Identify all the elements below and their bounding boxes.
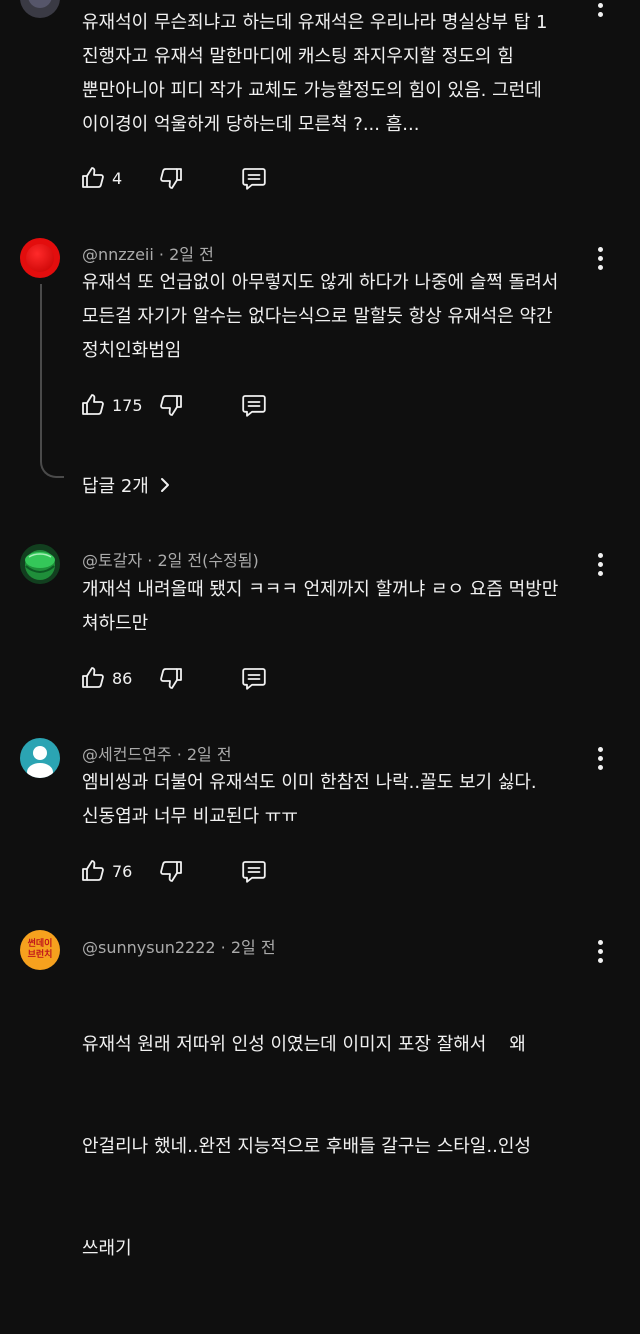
comment-time: · 2일 전(수정됨)	[147, 551, 259, 570]
comment-text: 유재석이 무슨죄냐고 하는데 유재석은 우리나라 명실상부 탑 1 진행자고 유…	[82, 6, 582, 142]
dislike-button[interactable]	[156, 164, 184, 192]
chevron-right-icon	[160, 478, 169, 492]
reply-button[interactable]	[240, 164, 268, 192]
dislike-button[interactable]	[156, 391, 184, 419]
comment-line: 유재석 또 언급없이 아무렇지도 않게 하다가 나중에 슬쩍 돌려서	[82, 272, 559, 293]
comment-time: · 2일 전	[158, 245, 214, 264]
thread-line	[40, 284, 64, 478]
comment-line: 유재석 원래 저따위 인성 이였는데 이미지 포장 잘해서 왜	[82, 1034, 526, 1055]
reply-icon	[242, 168, 266, 190]
like-button[interactable]: 4	[80, 164, 156, 192]
reply-button[interactable]	[240, 391, 268, 419]
comment-meta: @세컨드연주 · 2일 전	[82, 741, 232, 765]
comment-line: 신동엽과 너무 비교된다 ㅠㅠ	[82, 806, 298, 827]
comment-actions: 175	[80, 390, 268, 420]
like-button[interactable]: 76	[80, 857, 156, 885]
avatar[interactable]	[20, 238, 60, 278]
like-button[interactable]: 86	[80, 664, 156, 692]
comment-time: · 2일 전	[220, 938, 276, 957]
like-count: 175	[112, 395, 143, 415]
like-count: 76	[112, 861, 133, 881]
thumbs-up-icon	[82, 667, 104, 688]
avatar-image	[20, 544, 60, 584]
more-vert-icon	[597, 939, 603, 945]
comment-author[interactable]: @sunnysun2222	[82, 938, 216, 957]
reply-button[interactable]	[240, 857, 268, 885]
thumbs-down-icon	[160, 168, 182, 189]
more-options-button[interactable]	[590, 549, 610, 579]
view-replies-button[interactable]: 답글 2개	[82, 472, 173, 498]
reply-button[interactable]	[240, 664, 268, 692]
more-options-button[interactable]	[590, 936, 610, 966]
more-options-button[interactable]	[590, 743, 610, 773]
more-vert-icon	[597, 246, 603, 252]
avatar-text: 썬데이	[27, 939, 53, 949]
comment-line: 쓰래기	[82, 1238, 132, 1259]
comment-meta: @토갈자 · 2일 전(수정됨)	[82, 547, 259, 571]
comment-actions: 76	[80, 856, 268, 886]
thumbs-down-icon	[160, 861, 182, 882]
comment-line: 정치인화법임	[82, 340, 182, 361]
comment-line: 이이경이 억울하게 당하는데 모른척 ?... 흠...	[82, 114, 420, 135]
dislike-button[interactable]	[156, 857, 184, 885]
more-options-button[interactable]	[590, 243, 610, 273]
comment-actions: 86	[80, 663, 268, 693]
reply-icon	[242, 861, 266, 883]
avatar-text: 브런치	[27, 950, 53, 960]
thumbs-up-icon	[82, 860, 104, 881]
like-count: 4	[112, 168, 123, 188]
avatar[interactable]	[20, 0, 60, 18]
default-avatar-icon	[27, 746, 53, 778]
comment-line: 진행자고 유재석 말한마디에 캐스팅 좌지우지할 정도의 힘	[82, 46, 514, 67]
thumbs-up-icon	[82, 394, 104, 415]
thumbs-up-icon	[82, 167, 104, 188]
comment-actions: 4	[80, 163, 268, 193]
comment-author[interactable]: @nnzzeii	[82, 245, 154, 264]
replies-label: 답글 2개	[82, 476, 149, 497]
comment-meta: @nnzzeii · 2일 전	[82, 241, 214, 265]
comment-line: 안걸리나 했네..완전 지능적으로 후배들 갈구는 스타일..인성	[82, 1136, 531, 1157]
comment-time: · 2일 전	[176, 745, 232, 764]
more-vert-icon	[597, 746, 603, 752]
comment-line: 쳐하드만	[82, 613, 149, 634]
comment-text: 유재석 원래 저따위 인성 이였는데 이미지 포장 잘해서 왜 안걸리나 했네.…	[82, 960, 582, 1334]
avatar[interactable]: 썬데이 브런치	[20, 930, 60, 970]
avatar[interactable]	[20, 544, 60, 584]
reply-icon	[242, 668, 266, 690]
thumbs-down-icon	[160, 395, 182, 416]
comment-line: 유재석이 무슨죄냐고 하는데 유재석은 우리나라 명실상부 탑 1	[82, 12, 548, 33]
avatar[interactable]	[20, 738, 60, 778]
comment-line: 뿐만아니아 피디 작가 교체도 가능할정도의 힘이 있음. 그런데	[82, 80, 542, 101]
comment-line: 모든걸 자기가 알수는 없다는식으로 말할듯 항상 유재석은 약간	[82, 306, 553, 327]
like-count: 86	[112, 668, 133, 688]
more-options-button[interactable]	[590, 0, 610, 20]
comment-text: 개재석 내려올때 됐지 ㅋㅋㅋ 언제까지 할꺼냐 ㄹㅇ 요즘 먹방만 쳐하드만	[82, 573, 582, 641]
comment-line: 엠비씽과 더불어 유재석도 이미 한참전 나락..꼴도 보기 싫다.	[82, 772, 537, 793]
thumbs-down-icon	[160, 668, 182, 689]
comment-line: 개재석 내려올때 됐지 ㅋㅋㅋ 언제까지 할꺼냐 ㄹㅇ 요즘 먹방만	[82, 579, 559, 600]
comment-text: 유재석 또 언급없이 아무렇지도 않게 하다가 나중에 슬쩍 돌려서 모든걸 자…	[82, 266, 582, 368]
dislike-button[interactable]	[156, 664, 184, 692]
comment-author-meta	[82, 0, 282, 2]
comment-author[interactable]: @세컨드연주	[82, 745, 172, 764]
reply-icon	[242, 395, 266, 417]
comment-author[interactable]: @토갈자	[82, 551, 142, 570]
like-button[interactable]: 175	[80, 391, 156, 419]
comment-text: 엠비씽과 더불어 유재석도 이미 한참전 나락..꼴도 보기 싫다. 신동엽과 …	[82, 766, 582, 834]
more-vert-icon	[597, 552, 603, 558]
comment-meta: @sunnysun2222 · 2일 전	[82, 934, 276, 958]
